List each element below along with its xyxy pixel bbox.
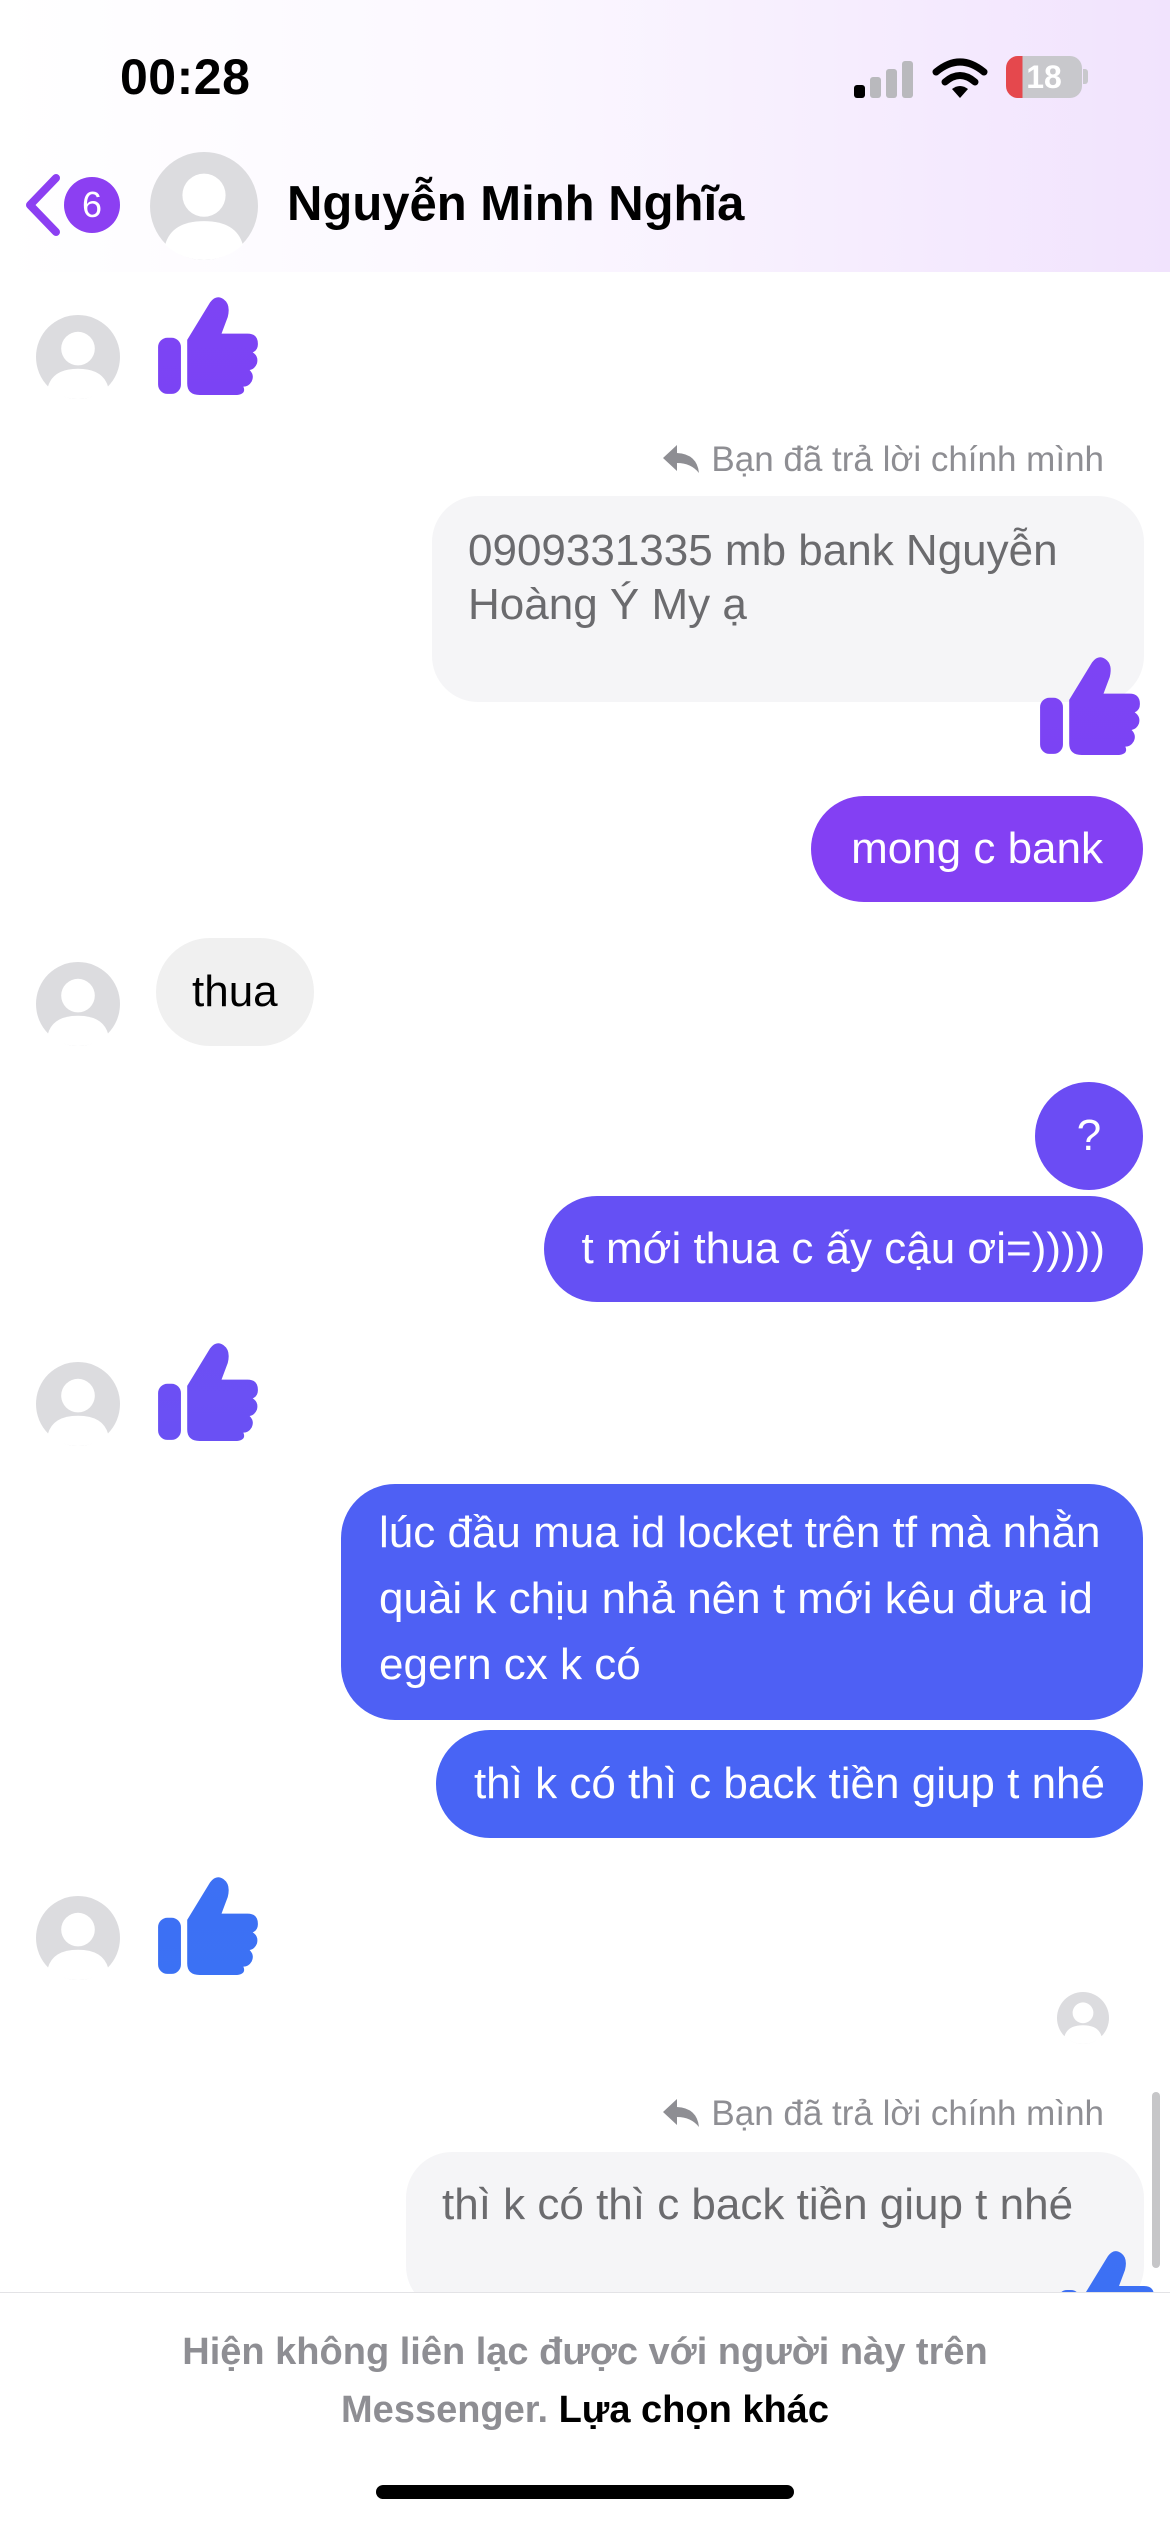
outgoing-message[interactable]: thì k có thì c back tiền giup t nhé: [435, 1730, 1143, 1838]
sender-avatar: [36, 962, 120, 1046]
reply-arrow-icon: [663, 445, 700, 473]
battery-icon: 18: [1006, 56, 1088, 98]
sender-avatar: [36, 315, 120, 399]
contact-avatar[interactable]: [150, 152, 258, 260]
conversation-header: 00:28 18 6 Nguyễn Minh Nghĩa: [0, 0, 1170, 272]
back-button[interactable]: 6: [22, 172, 130, 242]
outgoing-message[interactable]: mong c bank: [811, 796, 1143, 902]
thumbs-up-icon[interactable]: [1038, 652, 1142, 756]
quoted-message[interactable]: thì k có thì c back tiền giup t nhé: [406, 2152, 1144, 2312]
sender-avatar: [36, 1896, 120, 1980]
thumbs-up-icon[interactable]: [156, 1338, 260, 1442]
reply-label: Bạn đã trả lời chính mình: [663, 440, 1104, 480]
chevron-left-icon: [26, 174, 60, 236]
unread-count-badge: 6: [64, 177, 120, 233]
thumbs-up-icon[interactable]: [156, 1872, 260, 1976]
footer-notice: Hiện không liên lạc được với người này t…: [0, 2323, 1170, 2439]
outgoing-message[interactable]: lúc đầu mua id locket trên tf mà nhằn qu…: [341, 1484, 1143, 1720]
cellular-signal-icon: [854, 58, 914, 98]
battery-level: 18: [1026, 59, 1062, 95]
reply-label-text: Bạn đã trả lời chính mình: [711, 440, 1104, 479]
wifi-icon: [932, 58, 988, 98]
reply-label: Bạn đã trả lời chính mình: [663, 2094, 1104, 2134]
unavailable-footer: Hiện không liên lạc được với người này t…: [0, 2292, 1170, 2532]
contact-name[interactable]: Nguyễn Minh Nghĩa: [287, 176, 744, 232]
reply-arrow-icon: [663, 2099, 700, 2127]
outgoing-message[interactable]: ?: [1035, 1082, 1143, 1190]
incoming-message[interactable]: thua: [156, 938, 314, 1046]
reply-label-text: Bạn đã trả lời chính mình: [711, 2094, 1104, 2133]
sender-avatar: [36, 1362, 120, 1446]
seen-receipt-avatar: [1057, 1992, 1109, 2044]
home-indicator: [376, 2485, 794, 2499]
thumbs-up-icon[interactable]: [156, 292, 260, 396]
status-time: 00:28: [120, 49, 251, 105]
outgoing-message[interactable]: t mới thua c ấy cậu ơi=))))): [543, 1196, 1143, 1302]
other-options-link[interactable]: Lựa chọn khác: [559, 2389, 829, 2431]
scrollbar[interactable]: [1152, 2092, 1160, 2268]
